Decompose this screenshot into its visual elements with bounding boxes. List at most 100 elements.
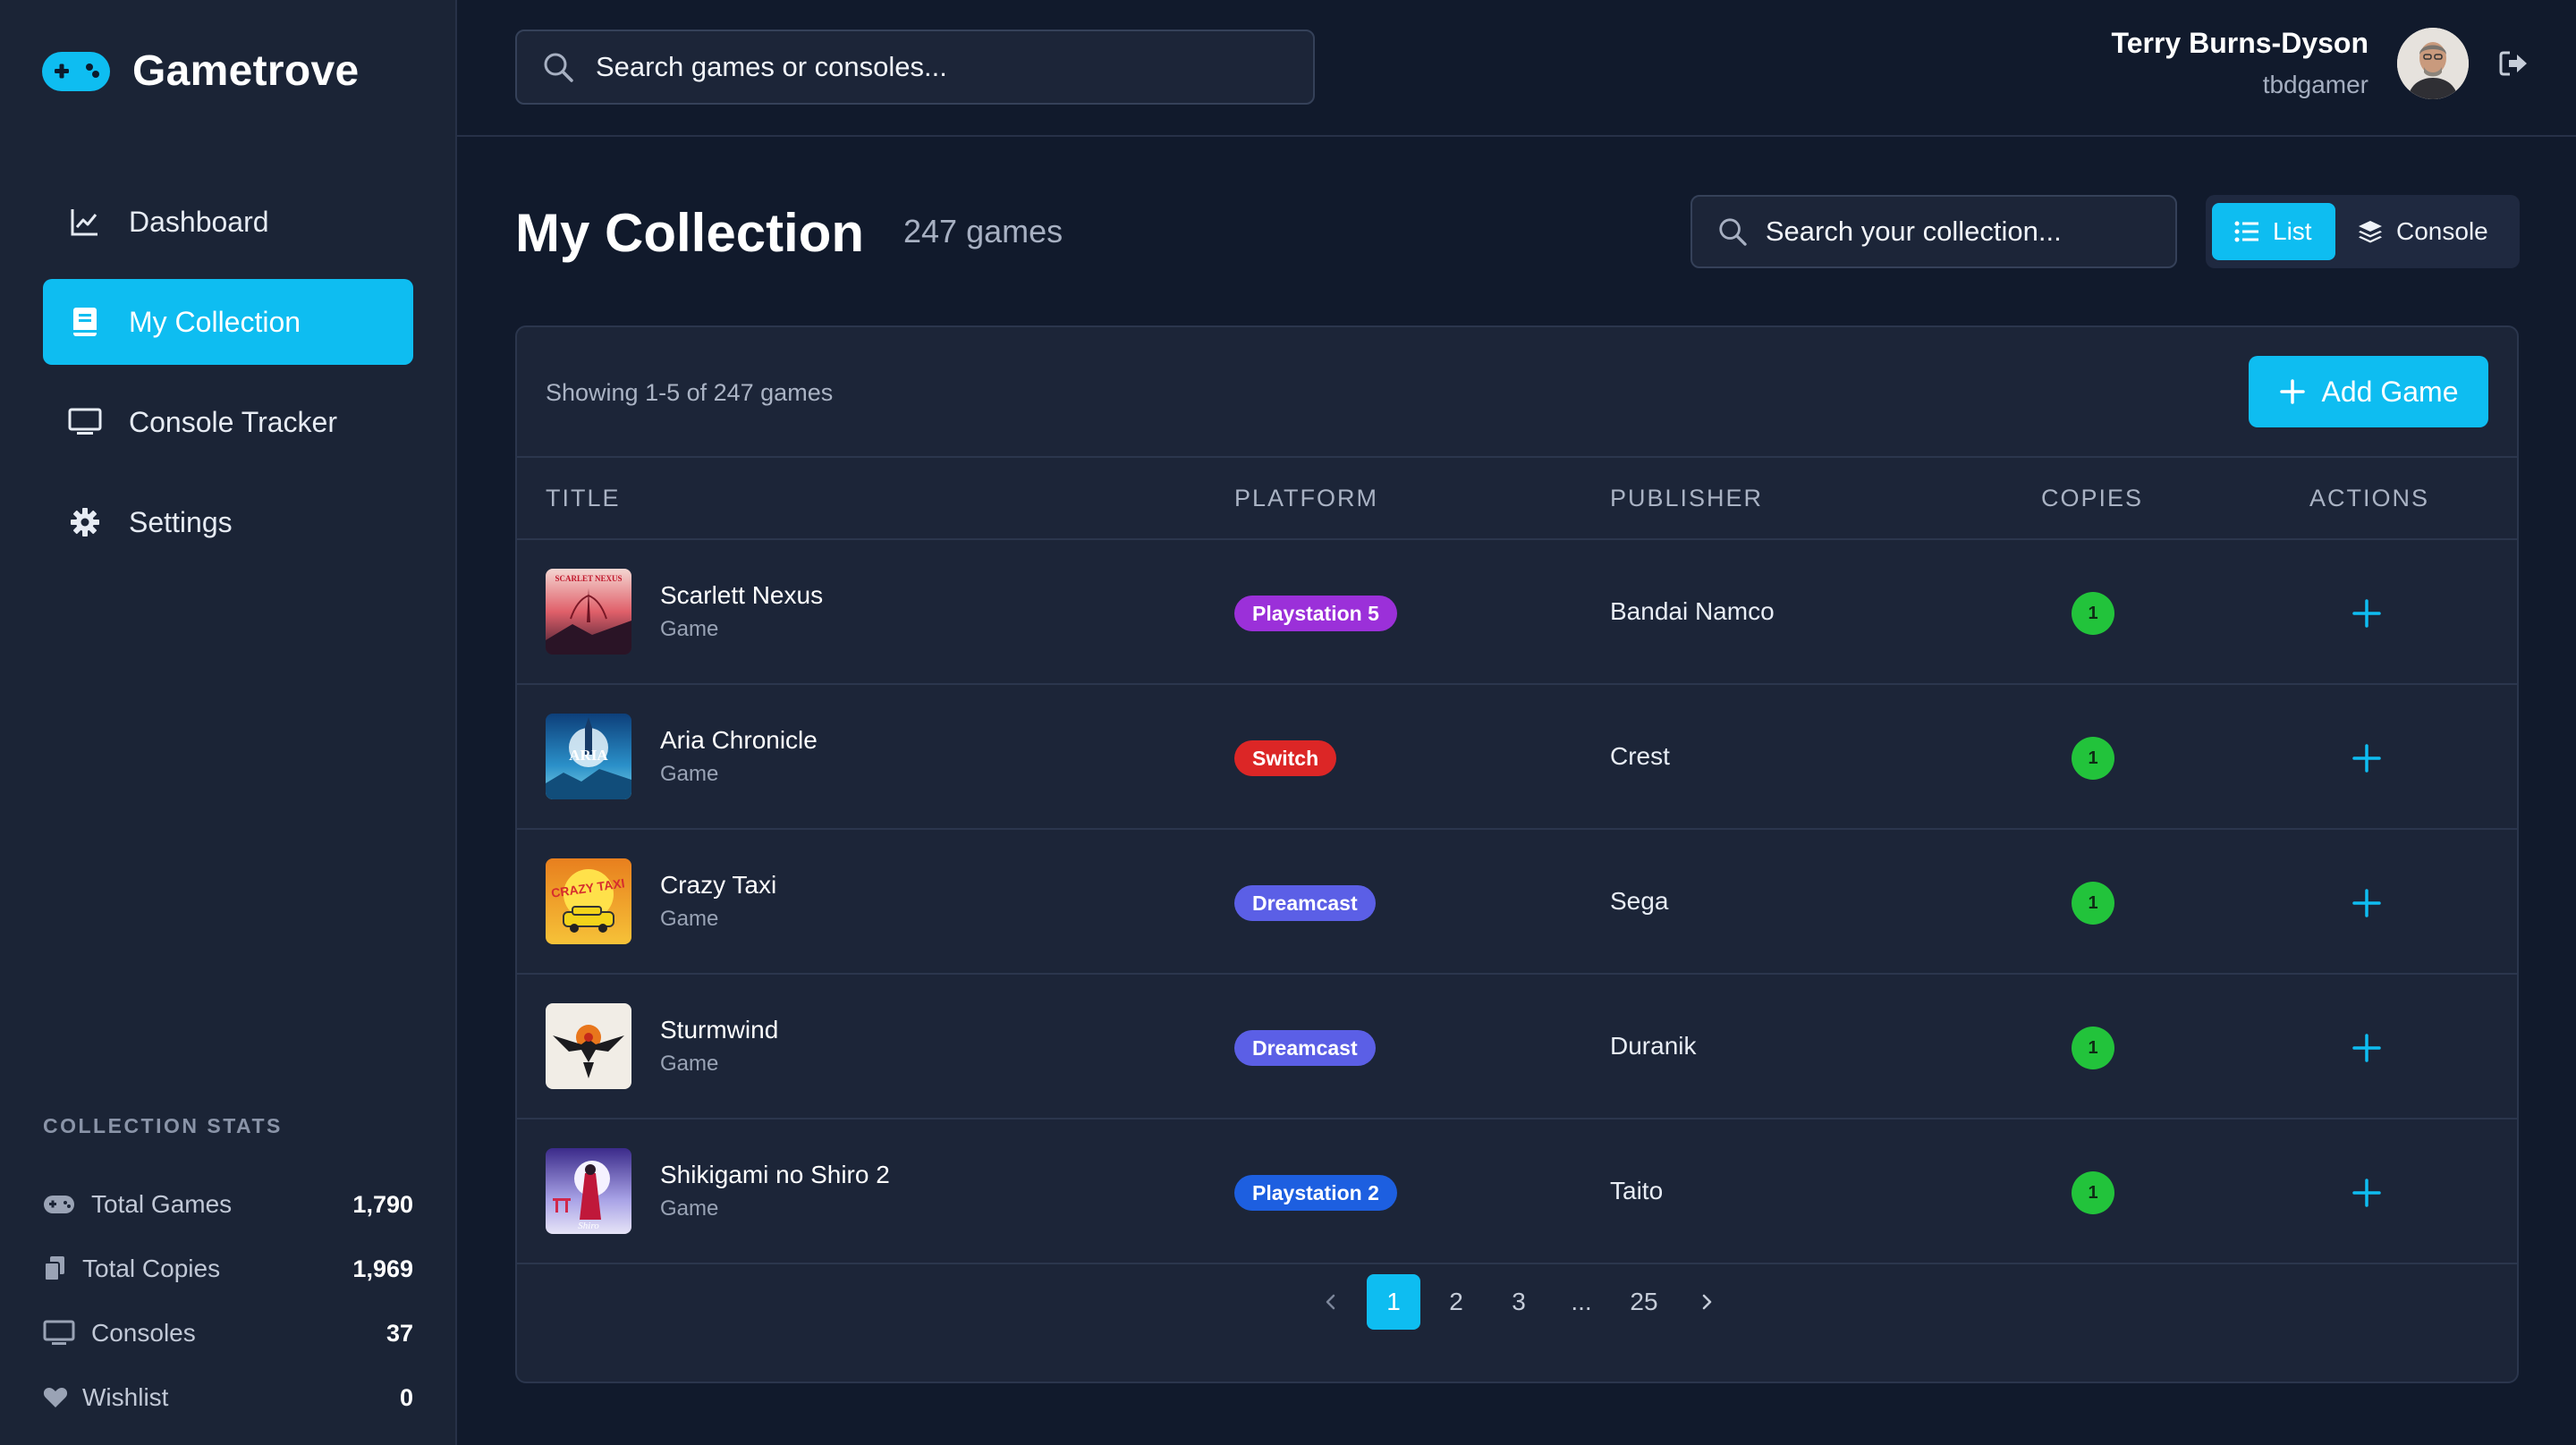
platform-badge: Playstation 5: [1234, 596, 1397, 631]
add-game-label: Add Game: [2321, 375, 2459, 408]
stat-total-games: Total Games 1,790: [43, 1172, 413, 1237]
platform-badge: Dreamcast: [1234, 1030, 1376, 1066]
page-button[interactable]: 2: [1429, 1274, 1483, 1330]
table-row[interactable]: Shiro Shikigami no Shiro 2 Game Playstat…: [517, 1120, 2517, 1264]
sidebar-item-my-collection[interactable]: My Collection: [43, 279, 413, 365]
monitor-icon: [68, 405, 102, 439]
page-ellipsis: ...: [1571, 1288, 1592, 1315]
copies-badge: 1: [2072, 592, 2114, 635]
collection-search[interactable]: [1690, 195, 2177, 268]
stat-total-copies: Total Copies 1,969: [43, 1237, 413, 1301]
table-toolbar: Showing 1-5 of 247 games Add Game: [517, 327, 2517, 458]
add-copy-icon[interactable]: [2349, 1030, 2385, 1066]
game-cover[interactable]: Shiro: [546, 1148, 631, 1234]
global-search[interactable]: [515, 30, 1315, 105]
add-copy-icon[interactable]: [2349, 885, 2385, 921]
page-button[interactable]: 1: [1367, 1274, 1420, 1330]
logout-icon[interactable]: [2497, 47, 2529, 80]
column-header-publisher[interactable]: PUBLISHER: [1610, 485, 1763, 512]
plus-icon: [2279, 379, 2305, 404]
stat-consoles: Consoles 37: [43, 1301, 413, 1365]
next-page-button[interactable]: [1680, 1274, 1733, 1330]
user-menu[interactable]: Terry Burns-Dyson tbdgamer: [2112, 27, 2529, 99]
chart-line-icon: [68, 205, 102, 239]
game-type: Game: [660, 1052, 719, 1076]
game-title[interactable]: Scarlett Nexus: [660, 581, 823, 610]
list-icon: [2234, 221, 2258, 242]
svg-text:SCARLET NEXUS: SCARLET NEXUS: [555, 574, 622, 583]
game-type: Game: [660, 907, 719, 931]
sidebar-item-console-tracker[interactable]: Console Tracker: [43, 379, 413, 465]
gear-icon: [68, 505, 102, 539]
stat-label: Total Copies: [82, 1255, 221, 1282]
view-list-label: List: [2273, 217, 2312, 245]
sidebar-item-settings[interactable]: Settings: [43, 479, 413, 565]
table-row[interactable]: ARIA Aria Chronicle Game Switch Crest 1: [517, 685, 2517, 830]
game-cover[interactable]: [546, 1003, 631, 1089]
stat-label: Wishlist: [82, 1383, 169, 1411]
sidebar-nav: Dashboard My Collection Console Tracker: [43, 179, 413, 579]
stat-label: Consoles: [91, 1319, 196, 1347]
stat-label: Total Games: [91, 1190, 233, 1218]
table-row[interactable]: SCARLET NEXUS Scarlett Nexus Game Playst…: [517, 540, 2517, 685]
copies-badge: 1: [2072, 737, 2114, 780]
gamepad-icon: [43, 1189, 77, 1220]
prev-page-button[interactable]: [1304, 1274, 1358, 1330]
stat-value: 37: [386, 1319, 413, 1347]
column-header-copies[interactable]: COPIES: [2041, 485, 2143, 512]
stat-wishlist: Wishlist 0: [43, 1365, 413, 1430]
platform-badge: Playstation 2: [1234, 1175, 1397, 1211]
page-button[interactable]: 25: [1617, 1274, 1671, 1330]
page-button[interactable]: 3: [1492, 1274, 1546, 1330]
copies-badge: 1: [2072, 882, 2114, 925]
column-header-actions: ACTIONS: [2309, 485, 2430, 511]
stats-title: COLLECTION STATS: [43, 1114, 283, 1137]
add-copy-icon[interactable]: [2349, 1175, 2385, 1211]
avatar[interactable]: [2397, 27, 2469, 99]
game-type: Game: [660, 762, 719, 786]
chevron-left-icon: [1326, 1294, 1335, 1310]
pagination: 1 2 3 ... 25: [517, 1257, 2517, 1347]
game-cover[interactable]: CRAZY TAXI: [546, 858, 631, 944]
add-copy-icon[interactable]: [2349, 740, 2385, 776]
search-icon: [544, 53, 573, 82]
global-search-input[interactable]: [596, 51, 1275, 83]
view-console-label: Console: [2396, 217, 2488, 245]
game-title[interactable]: Aria Chronicle: [660, 726, 818, 755]
game-title[interactable]: Crazy Taxi: [660, 871, 776, 900]
publisher: Duranik: [1610, 1032, 1697, 1060]
game-title[interactable]: Sturmwind: [660, 1016, 778, 1044]
table-row[interactable]: CRAZY TAXI Crazy Taxi Game Dreamcast Seg…: [517, 830, 2517, 975]
collection-table-card: Showing 1-5 of 247 games Add Game TITLE …: [515, 325, 2519, 1383]
gamepad-logo-icon: [42, 51, 110, 91]
copies-badge: 1: [2072, 1027, 2114, 1069]
page-title: My Collection: [515, 203, 865, 263]
svg-text:Shiro: Shiro: [578, 1221, 599, 1231]
search-icon: [1719, 218, 1747, 246]
heart-icon: [43, 1382, 68, 1413]
monitor-icon: [43, 1318, 77, 1348]
sidebar-item-dashboard[interactable]: Dashboard: [43, 179, 413, 265]
game-cover[interactable]: SCARLET NEXUS: [546, 569, 631, 655]
sidebar: Gametrove Dashboard My Collection Consol…: [0, 0, 457, 1445]
view-console-button[interactable]: Console: [2335, 203, 2510, 260]
game-title[interactable]: Shikigami no Shiro 2: [660, 1161, 890, 1189]
collection-search-input[interactable]: [1765, 215, 2175, 248]
user-handle: tbdgamer: [2262, 71, 2368, 98]
add-game-button[interactable]: Add Game: [2249, 356, 2488, 427]
column-header-title[interactable]: TITLE: [546, 485, 621, 512]
table-header: TITLE PLATFORM PUBLISHER COPIES ACTIONS: [517, 458, 2517, 540]
table-row[interactable]: Sturmwind Game Dreamcast Duranik 1: [517, 975, 2517, 1120]
add-copy-icon[interactable]: [2349, 596, 2385, 631]
column-header-platform[interactable]: PLATFORM: [1234, 485, 1378, 512]
copy-icon: [43, 1254, 68, 1284]
game-cover[interactable]: ARIA: [546, 714, 631, 799]
layers-icon: [2359, 221, 2382, 243]
sidebar-item-label: Dashboard: [129, 205, 269, 238]
brand[interactable]: Gametrove: [41, 46, 359, 96]
svg-text:ARIA: ARIA: [569, 747, 608, 764]
game-type: Game: [660, 617, 719, 641]
view-list-button[interactable]: List: [2212, 203, 2335, 260]
page-header: My Collection 247 games List: [515, 195, 2520, 270]
platform-badge: Switch: [1234, 740, 1337, 776]
